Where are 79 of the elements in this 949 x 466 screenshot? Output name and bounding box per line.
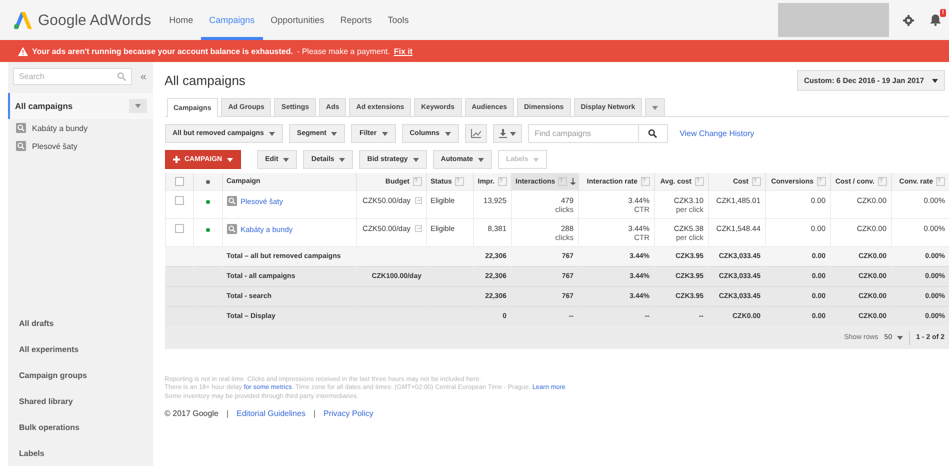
sidebar-link[interactable]: All experiments <box>8 336 152 362</box>
help-icon[interactable] <box>936 177 945 186</box>
budget-chart-icon[interactable] <box>414 225 422 232</box>
logo-icon <box>14 12 32 28</box>
row-checkbox[interactable] <box>174 224 184 233</box>
separator: | <box>226 408 229 418</box>
sidebar-link[interactable]: All drafts <box>8 310 152 336</box>
nav-link[interactable]: Home <box>161 0 202 40</box>
nav-link[interactable]: Tools <box>380 0 417 40</box>
caret-icon <box>283 158 290 162</box>
help-icon[interactable] <box>694 177 704 186</box>
nav-link[interactable]: Reports <box>332 0 380 40</box>
search-campaign-icon <box>226 224 236 234</box>
sort-arrow-icon[interactable] <box>570 178 576 185</box>
caret-icon <box>412 158 419 162</box>
caret-icon <box>444 132 451 136</box>
caret-icon <box>227 158 234 162</box>
search-button[interactable] <box>638 124 668 143</box>
scope-selector[interactable]: All campaigns <box>8 93 152 119</box>
copyright: © 2017 Google <box>164 408 218 418</box>
more-tabs-button[interactable] <box>645 98 666 116</box>
help-icon[interactable] <box>412 177 422 186</box>
change-history-link[interactable]: View Change History <box>680 129 754 138</box>
campaign-tree-item[interactable]: Plesové šaty <box>8 137 152 155</box>
caret-icon <box>331 132 338 136</box>
search-field[interactable]: Search <box>13 68 132 85</box>
search-icon <box>648 129 658 138</box>
chart-button[interactable] <box>464 124 487 143</box>
line-chart-icon <box>470 129 481 138</box>
warning-icon <box>18 46 28 56</box>
search-icon <box>117 72 126 81</box>
search-campaign-icon <box>16 123 26 133</box>
sidebar-link[interactable]: Bulk operations <box>8 414 152 440</box>
page-title: All campaigns <box>164 73 246 88</box>
status-dot-icon <box>206 180 210 184</box>
download-icon <box>498 129 507 138</box>
alert-note: - Please make a payment. <box>296 46 390 56</box>
sidebar-link[interactable]: Campaign groups <box>8 362 152 388</box>
help-icon[interactable] <box>816 177 826 186</box>
caret-icon <box>382 132 388 136</box>
help-icon[interactable] <box>454 177 464 186</box>
campaign-name: Plesové šaty <box>32 142 78 150</box>
nav-link[interactable]: Opportunities <box>262 0 332 40</box>
caret-icon <box>652 106 658 110</box>
help-icon[interactable] <box>752 177 760 186</box>
caret-icon <box>134 104 140 108</box>
caret-icon <box>478 158 484 162</box>
find-campaigns-field[interactable]: Find campaigns <box>528 124 638 143</box>
caret-icon <box>339 158 346 162</box>
download-button[interactable] <box>492 124 522 143</box>
campaign-tree-item[interactable]: Kabáty a bundy <box>8 119 152 137</box>
collapse-button[interactable]: « <box>140 70 146 82</box>
footer-link[interactable]: Privacy Policy <box>324 408 374 418</box>
plus-icon <box>172 156 180 163</box>
budget-chart-icon[interactable] <box>414 197 422 204</box>
caret-icon <box>533 158 540 162</box>
sidebar-link[interactable]: Labels <box>8 440 152 466</box>
notification-bell-icon[interactable] <box>930 14 941 26</box>
footer-link[interactable]: Editorial Guidelines <box>236 408 306 418</box>
separator: | <box>313 408 316 418</box>
help-icon[interactable] <box>878 177 886 186</box>
alert-message: Your ads aren't running because your account balance is exhausted. <box>32 46 293 56</box>
caret-icon <box>510 132 516 136</box>
campaign-name: Kabáty a bundy <box>32 124 88 132</box>
caret-icon <box>897 336 904 340</box>
caret-icon <box>932 78 938 82</box>
search-campaign-icon <box>16 141 26 151</box>
select-all-checkbox[interactable] <box>174 177 184 186</box>
caret-icon <box>268 132 275 136</box>
row-checkbox[interactable] <box>174 196 184 205</box>
search-campaign-icon <box>226 196 236 206</box>
help-icon[interactable] <box>640 177 650 186</box>
settings-icon[interactable] <box>903 14 914 26</box>
scope-label: All campaigns <box>15 101 73 111</box>
fix-it-link[interactable]: Fix it <box>394 46 413 56</box>
sidebar-link[interactable]: Shared library <box>8 388 152 414</box>
dropdown-button[interactable] <box>128 99 146 113</box>
brand-name: Google AdWords <box>38 12 152 28</box>
help-icon[interactable] <box>498 177 506 186</box>
